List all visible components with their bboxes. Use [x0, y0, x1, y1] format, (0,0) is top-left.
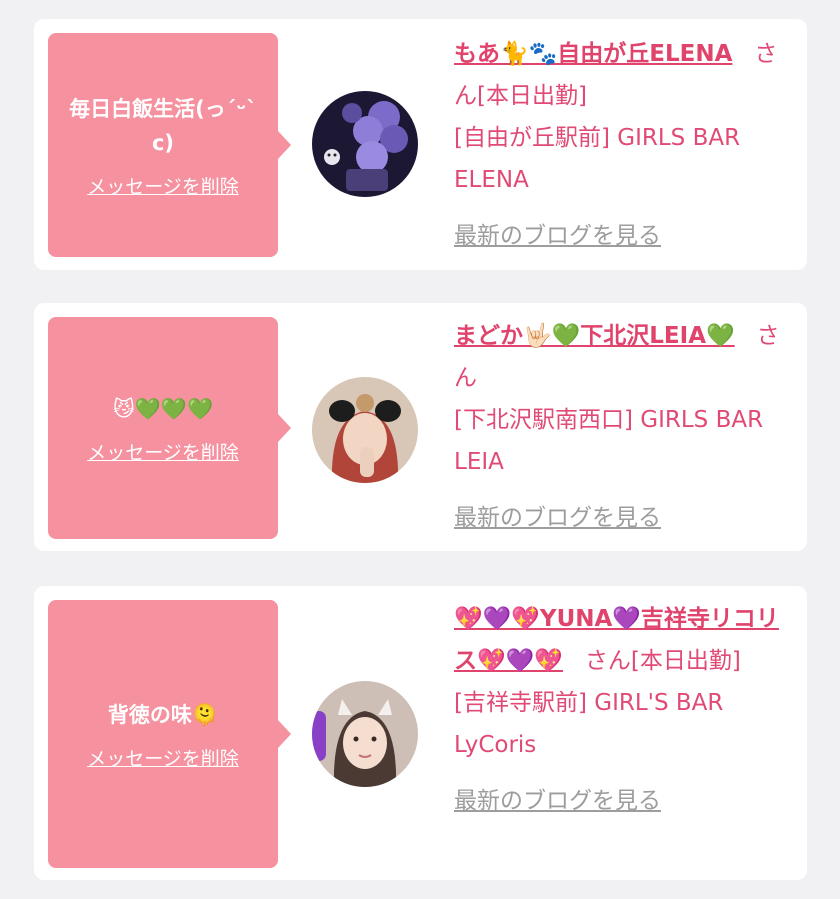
message-card: 😼💚💚💚 メッセージを削除 まどか🤟🏻💚下北沢LEIA💚 さん [下北沢駅南西口]… [34, 303, 807, 551]
latest-blog-link[interactable]: 最新のブログを見る [454, 215, 799, 257]
status-text: [本日出勤] [477, 83, 587, 109]
message-bubble: 毎日白飯生活(っˊᵕˋc) メッセージを削除 [48, 33, 291, 257]
cast-name-link[interactable]: もあ🐈🐾自由が丘ELENA [454, 41, 732, 67]
message-card: 毎日白飯生活(っˊᵕˋc) メッセージを削除 もあ🐈🐾自由が丘ELENA さん[本… [34, 19, 807, 270]
cast-info: まどか🤟🏻💚下北沢LEIA💚 さん [下北沢駅南西口] GIRLS BAR LEI… [454, 315, 799, 539]
shop-name: [自由が丘駅前] GIRLS BAR ELENA [454, 125, 741, 193]
avatar[interactable] [312, 377, 418, 483]
message-text: 😼💚💚💚 [112, 396, 214, 421]
latest-blog-link[interactable]: 最新のブログを見る [454, 780, 799, 822]
delete-message-link[interactable]: メッセージを削除 [87, 438, 239, 465]
honorific: さん [584, 648, 631, 674]
cast-info: もあ🐈🐾自由が丘ELENA さん[本日出勤] [自由が丘駅前] GIRLS BAR… [454, 33, 799, 257]
message-card: 背徳の味🫠 メッセージを削除 💖💜💖YUNA💜吉祥寺リコリス💖💜💖 さん[本日出勤… [34, 586, 807, 880]
message-text: 背徳の味🫠 [107, 702, 219, 727]
avatar[interactable] [312, 681, 418, 787]
shop-name: [吉祥寺駅前] GIRL'S BAR LyCoris [454, 690, 724, 758]
message-bubble: 背徳の味🫠 メッセージを削除 [48, 600, 291, 868]
delete-message-link[interactable]: メッセージを削除 [87, 744, 239, 771]
latest-blog-link[interactable]: 最新のブログを見る [454, 497, 799, 539]
shop-name: [下北沢駅南西口] GIRLS BAR LEIA [454, 407, 764, 475]
delete-message-link[interactable]: メッセージを削除 [87, 172, 239, 199]
status-text: [本日出勤] [630, 648, 741, 674]
avatar[interactable] [312, 91, 418, 197]
message-text: 毎日白飯生活(っˊᵕˋc) [69, 96, 257, 155]
cast-name-link[interactable]: まどか🤟🏻💚下北沢LEIA💚 [454, 323, 735, 349]
message-bubble: 😼💚💚💚 メッセージを削除 [48, 317, 291, 539]
cast-info: 💖💜💖YUNA💜吉祥寺リコリス💖💜💖 さん[本日出勤] [吉祥寺駅前] GIRL'… [454, 598, 799, 822]
